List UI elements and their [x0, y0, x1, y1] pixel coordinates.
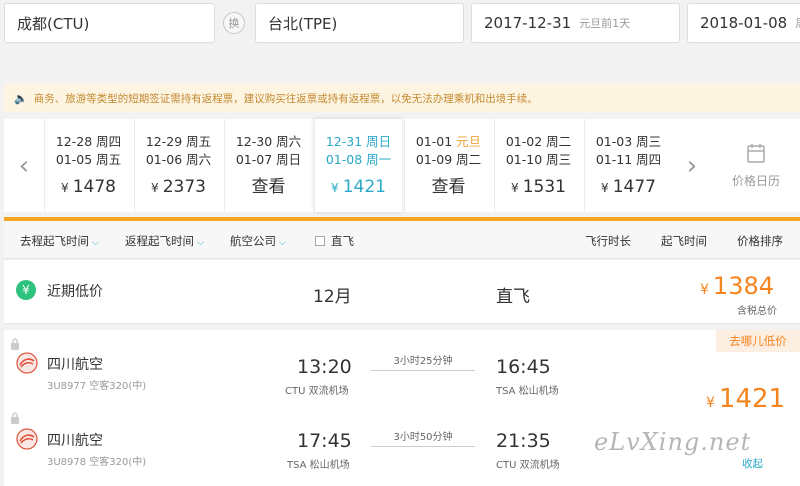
calendar-icon [747, 144, 765, 163]
date-cell-price: 1421 [342, 177, 386, 197]
flight-duration: 3小时50分钟 [393, 432, 453, 443]
next-dates-button[interactable]: › [672, 119, 712, 212]
flight-number: 3U8977 空客320(中) [47, 381, 147, 392]
arrive-airport: TSA 松山机场 [496, 386, 559, 397]
airline-name: 四川航空 [47, 433, 103, 449]
to-city-value: 台北(TPE) [268, 14, 338, 33]
outbound-leg: 四川航空 3U8977 空客320(中) 13:20 CTU 双流机场 3小时2… [4, 330, 704, 406]
return-date-note: 周一 [795, 15, 800, 31]
swap-cities-button[interactable]: 换 [223, 12, 245, 34]
duration-line [371, 446, 475, 447]
from-city-value: 成都(CTU) [17, 14, 90, 33]
date-cell-view: 查看 [251, 177, 286, 197]
date-cell[interactable]: 12-30 周六 01-07 周日 查看 [224, 119, 312, 212]
collapse-link[interactable]: 收起 [742, 456, 763, 471]
low-price-note: 含税总价 [737, 306, 777, 317]
date-cell-view: 查看 [431, 177, 466, 197]
depart-date-input[interactable]: 2017-12-31 元旦前1天 [471, 3, 680, 43]
yuan-icon: ¥ [16, 280, 36, 300]
to-city-input[interactable]: 台北(TPE) [255, 3, 464, 43]
depart-date-note: 元旦前1天 [579, 17, 631, 30]
date-cell[interactable]: 01-01 元旦 01-09 周二 查看 [404, 119, 492, 212]
recent-low-price-row[interactable]: ¥ 近期低价 12月 直飞 ¥1384 含税总价 [4, 260, 800, 324]
filter-depart-time[interactable]: 去程起飞时间 ⌵ [20, 233, 99, 249]
price-calendar-label: 价格日历 [731, 174, 780, 188]
flight-card[interactable]: 去哪儿低价 四川航空 3U8977 空客320(中) 13:20 CTU 双流机… [4, 330, 800, 486]
sort-price[interactable]: 价格排序 [737, 233, 783, 249]
from-city-input[interactable]: 成都(CTU) [4, 3, 215, 43]
low-price-month: 12月 [313, 287, 352, 307]
visa-notice-text: 商务、旅游等类型的短期签证需持有返程票，建议购买往返票或持有返程票，以免无法办理… [33, 92, 538, 105]
date-cell-price: 1531 [522, 177, 566, 197]
lock-icon [11, 412, 19, 424]
return-date-value: 2018-01-08 [700, 14, 788, 32]
watermark: eLvXing.net [594, 428, 752, 456]
chevron-down-icon: ⌵ [279, 238, 286, 248]
chevron-down-icon: ⌵ [92, 238, 99, 248]
checkbox-icon [315, 236, 325, 246]
flight-price: ¥1421 [706, 384, 786, 414]
low-price-value: ¥1384 [700, 272, 774, 300]
date-strip: ‹ 12-28 周四 01-05 周五 ¥1478 12-29 周五 01-06… [4, 119, 800, 212]
depart-airport: TSA 松山机场 [287, 460, 350, 471]
holiday-label: 元旦 [456, 134, 482, 149]
low-price-label: 近期低价 [47, 284, 103, 300]
chevron-down-icon: ⌵ [197, 238, 204, 248]
date-cell[interactable]: 01-02 周二 01-10 周三 ¥1531 [494, 119, 582, 212]
depart-airport: CTU 双流机场 [285, 386, 349, 397]
filter-bar: 去程起飞时间 ⌵ 返程起飞时间 ⌵ 航空公司 ⌵ 直飞 飞行时长 起飞时间 价格排序 [4, 221, 800, 259]
sichuan-airlines-logo-icon [16, 428, 38, 450]
search-bar: 成都(CTU) 换 台北(TPE) 2017-12-31 元旦前1天 2018-… [0, 0, 800, 52]
date-cell-price: 1477 [612, 177, 656, 197]
visa-notice: 🔈 商务、旅游等类型的短期签证需持有返程票，建议购买往返票或持有返程票，以免无法… [4, 84, 800, 112]
filter-airline[interactable]: 航空公司 ⌵ [230, 233, 286, 249]
duration-line [371, 370, 475, 371]
lock-icon [11, 338, 19, 350]
date-cell-price: 1478 [72, 177, 116, 197]
price-calendar-button[interactable]: 价格日历 [712, 119, 800, 212]
return-date-input[interactable]: 2018-01-08 周一 [687, 3, 800, 43]
speaker-icon: 🔈 [14, 91, 28, 105]
date-cell[interactable]: 12-29 周五 01-06 周六 ¥2373 [134, 119, 222, 212]
sichuan-airlines-logo-icon [16, 352, 38, 374]
arrive-time: 16:45 [496, 356, 551, 378]
flight-number: 3U8978 空客320(中) [47, 457, 147, 468]
chevron-right-icon: › [686, 150, 698, 181]
low-price-badge: 去哪儿低价 [716, 330, 800, 352]
sort-duration[interactable]: 飞行时长 [585, 233, 631, 249]
filter-direct-checkbox[interactable]: 直飞 [315, 233, 354, 249]
sort-depart-time[interactable]: 起飞时间 [661, 233, 707, 249]
airline-name: 四川航空 [47, 357, 103, 373]
chevron-left-icon: ‹ [18, 150, 30, 181]
flight-duration: 3小时25分钟 [393, 356, 453, 367]
low-price-type: 直飞 [496, 287, 530, 307]
date-cell[interactable]: 12-28 周四 01-05 周五 ¥1478 [44, 119, 132, 212]
depart-time: 13:20 [297, 356, 352, 378]
depart-time: 17:45 [297, 430, 352, 452]
arrive-airport: CTU 双流机场 [496, 460, 560, 471]
arrive-time: 21:35 [496, 430, 551, 452]
date-cell-selected[interactable]: 12-31 周日 01-08 周一 ¥1421 [314, 119, 402, 212]
date-cell-price: 2373 [162, 177, 206, 197]
prev-dates-button[interactable]: ‹ [4, 119, 44, 212]
depart-date-value: 2017-12-31 [484, 14, 572, 32]
filter-return-time[interactable]: 返程起飞时间 ⌵ [125, 233, 204, 249]
date-cell[interactable]: 01-03 周三 01-11 周四 ¥1477 [584, 119, 672, 212]
